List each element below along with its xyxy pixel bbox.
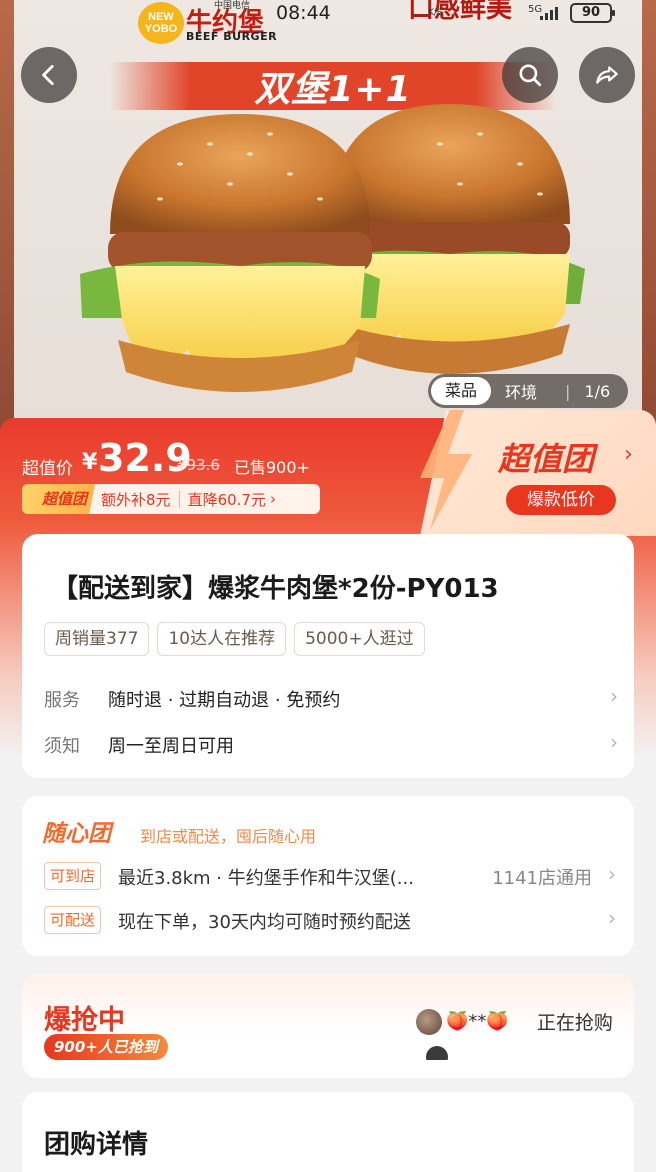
signal-icon [540, 6, 558, 20]
status-time: 08:44 [276, 2, 331, 24]
photo-counter: 1/6 [584, 381, 611, 401]
chevron-right-icon: › [624, 442, 633, 467]
peach-icon: 🍑 [446, 1011, 469, 1032]
share-icon [596, 66, 618, 84]
suixin-card: 随心团 到店或配送，囤后随心用 可到店 最近3.8km · 牛约堡手作和牛汉堡(… [22, 796, 634, 956]
suixin-logo: 随心团 [42, 821, 111, 847]
chevron-right-icon: › [610, 684, 618, 708]
rush-card: 爆抢中 900+人已抢到 🍑 ** 🍑 正在抢购 [22, 974, 634, 1078]
hero-image[interactable]: 双堡1+1 NEW YOBO 牛约堡 BEEF BURGER 中国电信 08:4… [0, 0, 656, 440]
delivery-row[interactable]: 可配送 现在下单，30天内均可随时预约配送 › [44, 906, 616, 938]
back-button[interactable] [21, 47, 77, 103]
store-count: 1141店通用 [492, 868, 592, 889]
chevron-left-icon [42, 64, 54, 86]
original-price: ¥93.6 [177, 456, 220, 474]
product-tags: 周销量377 10达人在推荐 5000+人逛过 [44, 622, 425, 656]
product-card: 【配送到家】爆浆牛肉堡*2份-PY013 周销量377 10达人在推荐 5000… [22, 534, 634, 778]
tag-visits: 5000+人逛过 [294, 622, 425, 656]
lightning-icon [420, 410, 472, 530]
chevron-right-icon: › [608, 862, 616, 886]
service-value: 随时退 · 过期自动退 · 免预约 [108, 690, 341, 711]
rush-title: 爆抢中 [44, 1005, 125, 1036]
chevron-right-icon: › [610, 730, 618, 754]
rush-ticker-next [426, 1046, 448, 1060]
detail-card: 团购详情 [22, 1092, 634, 1172]
brand-logo: NEW YOBO [138, 2, 184, 44]
store-badge: 可到店 [44, 862, 102, 890]
chevron-right-icon: › [269, 490, 276, 508]
price-currency: ¥ [82, 450, 98, 475]
net-speed: K/S [428, 8, 443, 18]
product-title: 【配送到家】爆浆牛肉堡*2份-PY013 [52, 574, 499, 604]
rush-ticker: 🍑 ** 🍑 正在抢购 [416, 1008, 613, 1035]
buyer-name: ** [468, 1011, 487, 1032]
hero-edge-left [0, 0, 14, 440]
notice-label: 须知 [44, 736, 80, 757]
promo-slogan-text: 口感鲜美 [408, 0, 513, 24]
hot-deal-badge: 爆款低价 [506, 485, 616, 515]
service-label: 服务 [44, 690, 80, 711]
brand-subtitle: BEEF BURGER [186, 30, 278, 43]
battery-icon: 90 [570, 3, 615, 23]
peach-icon: 🍑 [486, 1011, 509, 1032]
tag-recommend: 10达人在推荐 [157, 622, 287, 656]
tab-dishes[interactable]: 菜品 [431, 377, 492, 405]
search-button[interactable] [502, 47, 558, 103]
store-text: 最近3.8km · 牛约堡手作和牛汉堡(... [118, 868, 414, 889]
avatar [416, 1008, 442, 1035]
tag-weekly-sales: 周销量377 [44, 622, 150, 656]
promo-slogan: 口感鲜美 [408, 0, 512, 22]
price-label: 超值价 [22, 459, 73, 479]
subsidy-bar[interactable]: 超值团 额外补8元 直降60.7元 › [22, 484, 320, 514]
buyer-status: 正在抢购 [536, 1012, 613, 1034]
carrier-label: 中国电信 [214, 1, 251, 11]
avatar [426, 1046, 448, 1060]
chaozhi-title[interactable]: 超值团 [498, 434, 594, 480]
store-row[interactable]: 可到店 最近3.8km · 牛约堡手作和牛汉堡(... 1141店通用 › [44, 862, 616, 894]
tab-divider: | [565, 381, 571, 401]
rush-badge: 900+人已抢到 [44, 1034, 168, 1060]
suixin-desc: 到店或配送，囤后随心用 [140, 827, 317, 846]
tab-environment[interactable]: 环境 [491, 379, 551, 403]
photo-tabs: 菜品 环境 | 1/6 [428, 374, 628, 408]
delivery-text: 现在下单，30天内均可随时预约配送 [118, 912, 411, 933]
notice-value: 周一至周日可用 [108, 736, 234, 757]
subsidy-tag: 超值团 [22, 484, 96, 514]
chevron-right-icon: › [608, 906, 616, 930]
hero-edge-right [642, 0, 656, 440]
status-bar: NEW YOBO 牛约堡 BEEF BURGER 中国电信 08:44 口感鲜美… [0, 0, 656, 46]
subsidy-text: 额外补8元 [101, 490, 171, 509]
promo-banner: 双堡1+1 [110, 62, 556, 110]
share-button[interactable] [579, 47, 635, 103]
delivery-badge: 可配送 [44, 906, 102, 934]
discount-text: 直降60.7元 [187, 490, 266, 509]
search-icon [519, 64, 542, 87]
sold-count: 已售900+ [234, 458, 310, 477]
